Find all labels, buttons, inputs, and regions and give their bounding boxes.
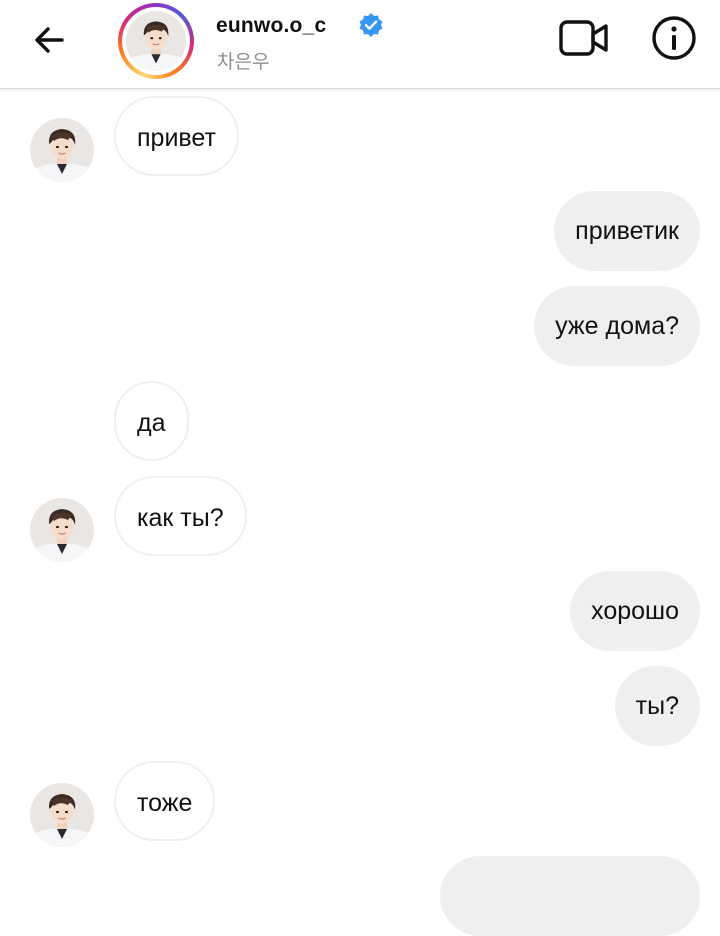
conversation-info-button[interactable] [650, 14, 698, 62]
message-thread: привет приветик уже дома? да как ты? хор… [0, 0, 720, 936]
sender-avatar[interactable] [30, 498, 94, 562]
message-bubble-incoming[interactable]: тоже [114, 761, 216, 841]
message-text: да [137, 409, 166, 437]
message-bubble-outgoing[interactable]: хорошо [570, 571, 700, 651]
message-bubble-incoming[interactable]: привет [114, 96, 239, 176]
chat-display-name: 차은우 [217, 51, 270, 73]
message-bubble-outgoing[interactable]: ты? [614, 666, 700, 746]
back-button[interactable] [28, 18, 72, 62]
message-bubble-incoming[interactable]: да [114, 381, 189, 461]
message-text: хорошо [591, 597, 679, 625]
message-bubble-outgoing[interactable]: уже дома? [534, 286, 700, 366]
message-bubble-outgoing[interactable]: приветик [554, 191, 700, 271]
message-text: приветик [575, 217, 679, 245]
message-text: ты? [635, 692, 679, 720]
back-arrow-icon [35, 27, 64, 53]
message-text: привет [137, 124, 216, 152]
verified-badge-icon [359, 13, 383, 37]
profile-avatar-story-ring[interactable] [118, 3, 194, 79]
video-call-icon [559, 20, 608, 56]
sender-avatar[interactable] [30, 783, 94, 847]
message-text: уже дома? [555, 312, 679, 340]
video-call-button[interactable] [558, 16, 610, 60]
message-bubble-incoming[interactable]: как ты? [114, 476, 247, 556]
message-text: тоже [137, 789, 193, 817]
info-icon [652, 16, 696, 60]
message-text: как ты? [137, 504, 224, 532]
sender-avatar[interactable] [30, 118, 94, 182]
chat-header: eunwo.o_c 차은우 [0, 0, 720, 89]
profile-avatar [126, 11, 186, 71]
message-bubble-outgoing-partial[interactable] [440, 856, 700, 936]
chat-username[interactable]: eunwo.o_c [216, 14, 326, 38]
